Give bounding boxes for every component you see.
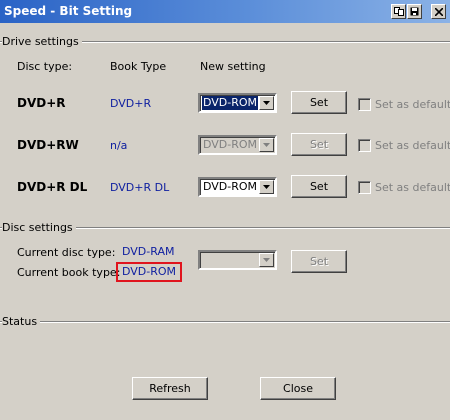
default-label-dvd-r-dl: Set as default bbox=[375, 181, 450, 194]
default-label-dvd-rw: Set as default bbox=[375, 139, 450, 152]
setting-value-dvd-r-dl: DVD-ROM bbox=[203, 180, 258, 193]
refresh-button[interactable]: Refresh bbox=[132, 377, 208, 400]
save-icon[interactable] bbox=[407, 4, 422, 19]
status-divider bbox=[0, 321, 450, 323]
current-disc-type-label: Current disc type: bbox=[17, 246, 116, 259]
set-button-dvd-r-dl[interactable]: Set bbox=[291, 175, 347, 198]
chevron-down-icon[interactable] bbox=[259, 180, 274, 194]
copy-icon[interactable] bbox=[391, 4, 406, 19]
book-type-header: Book Type bbox=[110, 60, 167, 73]
disc-type-header: Disc type: bbox=[17, 60, 73, 73]
book-type-dvd-r-dl: DVD+R DL bbox=[110, 181, 170, 194]
close-icon[interactable] bbox=[431, 4, 446, 19]
default-checkbox-dvd-r[interactable] bbox=[358, 98, 371, 111]
set-button-dvd-rw[interactable]: Set bbox=[291, 133, 347, 156]
default-checkbox-dvd-rw[interactable] bbox=[358, 139, 371, 152]
default-label-dvd-r: Set as default bbox=[375, 98, 450, 111]
disc-set-button[interactable]: Set bbox=[291, 250, 347, 273]
setting-select-dvd-r-dl[interactable]: DVD-ROM bbox=[198, 177, 277, 197]
chevron-down-icon[interactable] bbox=[259, 253, 274, 267]
drive-settings-label: Drive settings bbox=[2, 35, 82, 48]
disc-type-dvd-r: DVD+R bbox=[17, 96, 66, 110]
disc-type-dvd-rw: DVD+RW bbox=[17, 138, 79, 152]
window-title: Speed - Bit Setting bbox=[4, 4, 133, 18]
book-type-dvd-r: DVD+R bbox=[110, 97, 152, 110]
status-label: Status bbox=[2, 315, 41, 328]
title-bar[interactable]: Speed - Bit Setting bbox=[0, 0, 450, 23]
close-button[interactable]: Close bbox=[260, 377, 336, 400]
setting-select-dvd-rw[interactable]: DVD-ROM bbox=[198, 135, 277, 155]
setting-value-dvd-r: DVD-ROM bbox=[202, 96, 258, 110]
current-disc-type-value: DVD-RAM bbox=[122, 245, 175, 258]
chevron-down-icon[interactable] bbox=[259, 96, 274, 110]
chevron-down-icon[interactable] bbox=[259, 138, 274, 152]
disc-type-dvd-r-dl: DVD+R DL bbox=[17, 180, 88, 194]
current-book-type-label: Current book type: bbox=[17, 266, 121, 279]
current-book-type-value: DVD-ROM bbox=[122, 265, 177, 278]
disc-settings-label: Disc settings bbox=[2, 221, 76, 234]
new-setting-header: New setting bbox=[200, 60, 266, 73]
set-button-dvd-r[interactable]: Set bbox=[291, 91, 347, 114]
setting-select-dvd-r[interactable]: DVD-ROM bbox=[198, 93, 277, 113]
book-type-select-value bbox=[202, 253, 258, 267]
default-checkbox-dvd-r-dl[interactable] bbox=[358, 181, 371, 194]
book-type-dvd-rw: n/a bbox=[110, 139, 128, 152]
book-type-select[interactable] bbox=[198, 250, 277, 270]
setting-value-dvd-rw: DVD-ROM bbox=[203, 138, 258, 151]
